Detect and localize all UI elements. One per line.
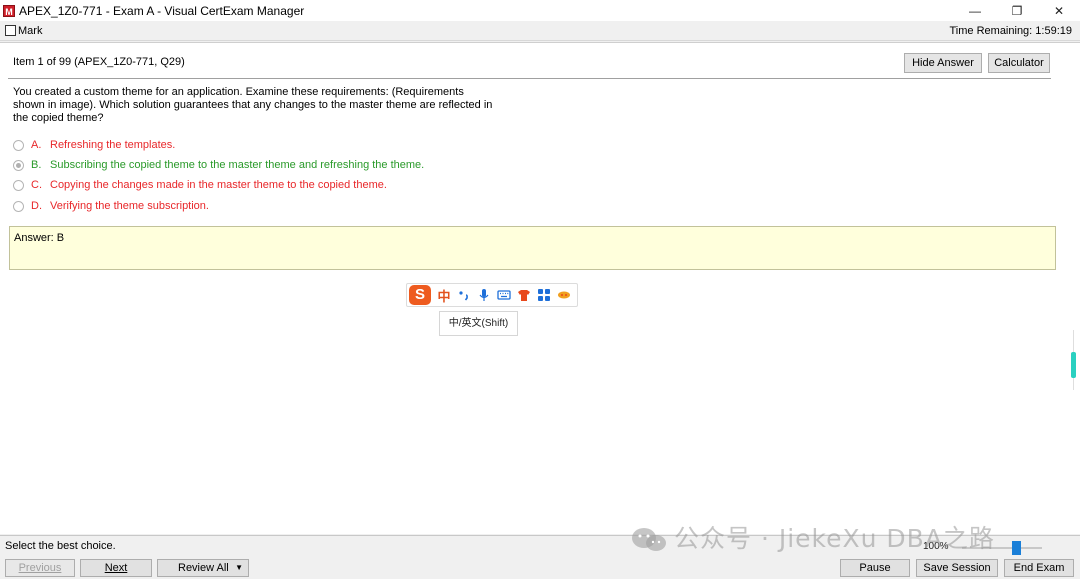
sogou-logo-icon[interactable]: S xyxy=(409,285,431,305)
choice-d[interactable]: D. Verifying the theme subscription. xyxy=(13,199,209,213)
radio-selected-icon[interactable] xyxy=(13,159,24,171)
radio-icon[interactable] xyxy=(13,139,24,151)
save-session-button[interactable]: Save Session xyxy=(916,559,998,577)
mark-label: Mark xyxy=(18,24,43,37)
scrollbar-thumb[interactable] xyxy=(1071,352,1076,378)
radio-icon[interactable] xyxy=(13,179,24,191)
next-label: Next xyxy=(104,562,128,574)
restore-icon[interactable]: ❐ xyxy=(996,0,1038,21)
app-icon: M xyxy=(3,4,15,17)
choice-b[interactable]: B. Subscribing the copied theme to the m… xyxy=(13,158,424,172)
title-bar: M APEX_1Z0-771 - Exam A - Visual CertExa… xyxy=(0,0,1080,21)
calculator-button[interactable]: Calculator xyxy=(988,53,1050,73)
choice-letter: A. xyxy=(31,139,42,151)
item-header: Item 1 of 99 (APEX_1Z0-771, Q29) xyxy=(13,56,185,68)
mark-checkbox[interactable]: Mark xyxy=(5,25,42,37)
review-all-button[interactable]: Review All ▼ xyxy=(157,559,249,577)
dropdown-arrow-icon[interactable]: ▼ xyxy=(235,560,243,576)
choice-letter: D. xyxy=(31,200,42,212)
pause-button[interactable]: Pause xyxy=(840,559,910,577)
question-text: You created a custom theme for an applic… xyxy=(13,86,493,124)
choice-a[interactable]: A. Refreshing the templates. xyxy=(13,138,175,152)
choice-text: Subscribing the copied theme to the mast… xyxy=(50,159,425,171)
choice-letter: B. xyxy=(31,159,42,171)
window-title: APEX_1Z0-771 - Exam A - Visual CertExam … xyxy=(19,3,305,18)
zoom-slider-thumb[interactable] xyxy=(1012,541,1021,555)
mark-bar: Mark Time Remaining: 1:59:19 xyxy=(0,21,1080,41)
feedback-icon[interactable] xyxy=(555,286,573,304)
time-remaining: Time Remaining: 1:59:19 xyxy=(949,25,1073,37)
choice-c[interactable]: C. Copying the changes made in the maste… xyxy=(13,178,387,192)
answer-box: Answer: B xyxy=(9,226,1056,270)
ime-toolbar: S 中 xyxy=(406,283,578,307)
checkbox-icon[interactable] xyxy=(5,25,16,36)
minimize-icon[interactable]: — xyxy=(954,0,996,21)
microphone-icon[interactable] xyxy=(475,286,493,304)
next-button[interactable]: Next xyxy=(80,559,152,577)
wechat-logo-icon xyxy=(632,528,666,551)
ime-tooltip: 中/英文(Shift) xyxy=(439,311,518,336)
window-controls: — ❐ ✕ xyxy=(954,0,1080,21)
skin-icon[interactable] xyxy=(515,286,533,304)
watermark-text: 公众号 · JiekeXu DBA之路 xyxy=(674,524,995,553)
choice-letter: C. xyxy=(31,179,42,191)
choice-text: Verifying the theme subscription. xyxy=(50,200,209,212)
ime-mode-toggle[interactable]: 中 xyxy=(435,286,453,304)
divider xyxy=(8,78,1051,79)
choice-text: Refreshing the templates. xyxy=(50,139,176,151)
watermark: 公众号 · JiekeXu DBA之路 xyxy=(630,519,995,555)
review-all-label: Review All xyxy=(178,562,229,574)
keyboard-icon[interactable] xyxy=(495,286,513,304)
end-exam-button[interactable]: End Exam xyxy=(1004,559,1074,577)
hide-answer-button[interactable]: Hide Answer xyxy=(904,53,982,73)
radio-icon[interactable] xyxy=(13,200,24,212)
close-icon[interactable]: ✕ xyxy=(1038,0,1080,21)
punctuation-icon[interactable] xyxy=(455,286,473,304)
previous-button[interactable]: Previous xyxy=(5,559,75,577)
toolbox-icon[interactable] xyxy=(535,286,553,304)
previous-label: Previous xyxy=(18,562,62,574)
bottom-toolbar: Previous Next Review All ▼ Pause Save Se… xyxy=(0,556,1080,579)
status-text: Select the best choice. xyxy=(5,540,116,552)
choice-text: Copying the changes made in the master t… xyxy=(50,179,387,191)
